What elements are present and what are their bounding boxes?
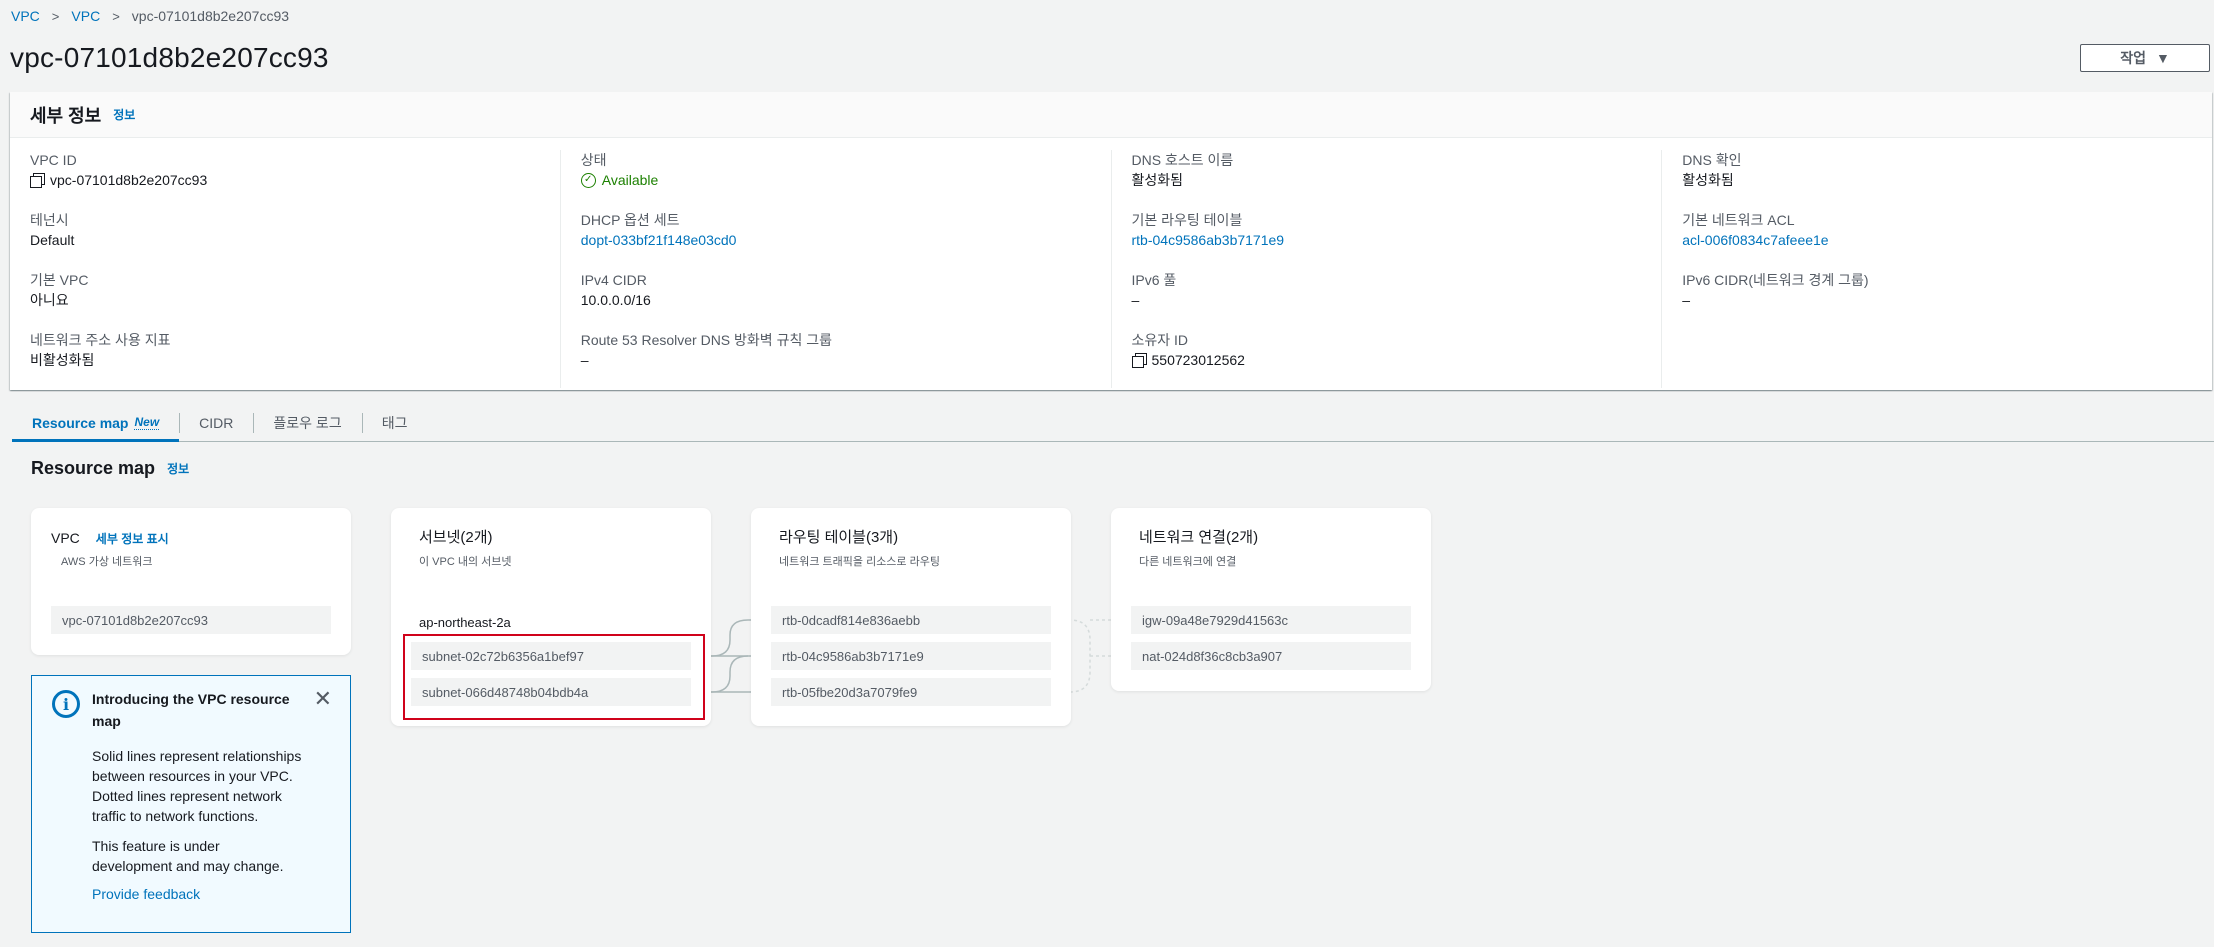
- vpc-id-pill[interactable]: vpc-07101d8b2e207cc93: [51, 606, 331, 634]
- intro-title: Introducing the VPC resource map: [92, 691, 290, 729]
- connection-pill[interactable]: igw-09a48e7929d41563c: [1131, 606, 1411, 634]
- route-table-pill[interactable]: rtb-05fbe20d3a7079fe9: [771, 678, 1051, 706]
- vpc-card: VPC 세부 정보 표시 AWS 가상 네트워크 vpc-07101d8b2e2…: [31, 508, 351, 655]
- show-details-link[interactable]: 세부 정보 표시: [96, 530, 169, 547]
- route-tables-title: 라우팅 테이블(3개): [779, 529, 899, 546]
- subnets-title: 서브넷(2개): [419, 529, 493, 546]
- connection-pill[interactable]: nat-024d8f36c8cb3a907: [1131, 642, 1411, 670]
- resource-map-intro-alert: i ✕ Introducing the VPC resource map Sol…: [31, 675, 351, 933]
- connections-subtitle: 다른 네트워크에 연결: [1139, 556, 1237, 568]
- route-table-pill[interactable]: rtb-0dcadf814e836aebb: [771, 606, 1051, 634]
- vpc-card-title: VPC 세부 정보 표시: [51, 530, 331, 547]
- vpc-subtitle: AWS 가상 네트워크: [61, 556, 153, 568]
- close-icon[interactable]: ✕: [314, 688, 332, 710]
- connections-title: 네트워크 연결(2개): [1139, 529, 1259, 546]
- route-table-pill[interactable]: rtb-04c9586ab3b7171e9: [771, 642, 1051, 670]
- vpc-title: VPC: [51, 530, 80, 546]
- intro-text: Solid lines represent relationships betw…: [92, 748, 302, 824]
- intro-text: This feature is under development and ma…: [92, 838, 284, 874]
- provide-feedback-link[interactable]: Provide feedback: [92, 886, 336, 902]
- route-tables-subtitle: 네트워크 트래픽을 리소스로 라우팅: [779, 556, 940, 568]
- route-tables-card: 라우팅 테이블(3개) 네트워크 트래픽을 리소스로 라우팅 rtb-0dcad…: [751, 508, 1071, 726]
- subnets-subtitle: 이 VPC 내의 서브넷: [419, 556, 512, 568]
- info-icon: i: [52, 690, 80, 718]
- subnets-highlight-box: [403, 634, 705, 720]
- availability-zone-label: ap-northeast-2a: [419, 615, 511, 630]
- network-connections-card: 네트워크 연결(2개) 다른 네트워크에 연결 igw-09a48e7929d4…: [1111, 508, 1431, 691]
